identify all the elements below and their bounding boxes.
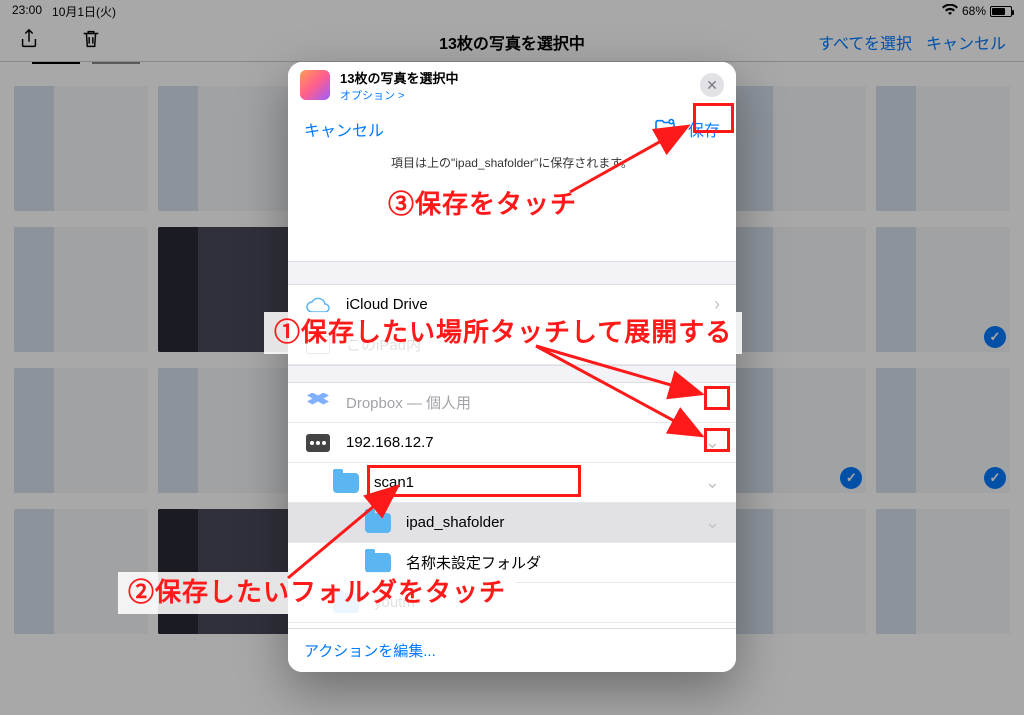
location-label: iCloud Drive (346, 296, 714, 313)
location-dropbox[interactable]: Dropbox — 個人用 (288, 383, 736, 423)
annotation-text-2: ②保存したいフォルダをタッチ (118, 572, 516, 614)
modal-cancel-button[interactable]: キャンセル (304, 117, 384, 141)
folder-label: 名称未設定フォルダ (406, 552, 720, 573)
edit-actions-link[interactable]: アクションを編集... (288, 628, 736, 672)
chevron-down-icon[interactable]: ⌄ (705, 472, 720, 493)
section-gap (288, 365, 736, 383)
folder-icon (332, 469, 360, 497)
folder-scan1[interactable]: scan1 ⌄ (288, 463, 736, 503)
annotation-text-3: ③保存をタッチ (378, 184, 587, 226)
chevron-down-icon[interactable]: ⌄ (705, 432, 720, 453)
folder-label: scan1 (374, 474, 705, 491)
modal-title: 13枚の写真を選択中 (340, 68, 690, 87)
location-label: Dropbox — 個人用 (346, 392, 720, 413)
modal-actions: キャンセル 保存 (288, 108, 736, 150)
section-gap (288, 261, 736, 285)
new-folder-icon[interactable] (654, 118, 676, 141)
folder-icon (364, 509, 392, 537)
location-label: 192.168.12.7 (346, 434, 705, 451)
annotation-text-1: ①保存したい場所タッチして展開する (264, 312, 742, 354)
folder-ipad-shafolder[interactable]: ipad_shafolder ⌄ (288, 503, 736, 543)
folder-label: ipad_shafolder (406, 514, 705, 531)
close-icon[interactable]: ✕ (700, 73, 724, 97)
location-nas[interactable]: 192.168.12.7 ⌄ (288, 423, 736, 463)
photos-app-icon (300, 70, 330, 100)
dropbox-icon (304, 389, 332, 417)
modal-save-button[interactable]: 保存 (688, 117, 720, 141)
chevron-down-icon[interactable]: ⌄ (705, 512, 720, 533)
save-destination-text: 項目は上の"ipad_shafolder"に保存されます。 (288, 150, 736, 181)
modal-header: 13枚の写真を選択中 オプション > ✕ (288, 62, 736, 108)
modal-options-link[interactable]: オプション > (340, 87, 690, 103)
server-icon (304, 429, 332, 457)
